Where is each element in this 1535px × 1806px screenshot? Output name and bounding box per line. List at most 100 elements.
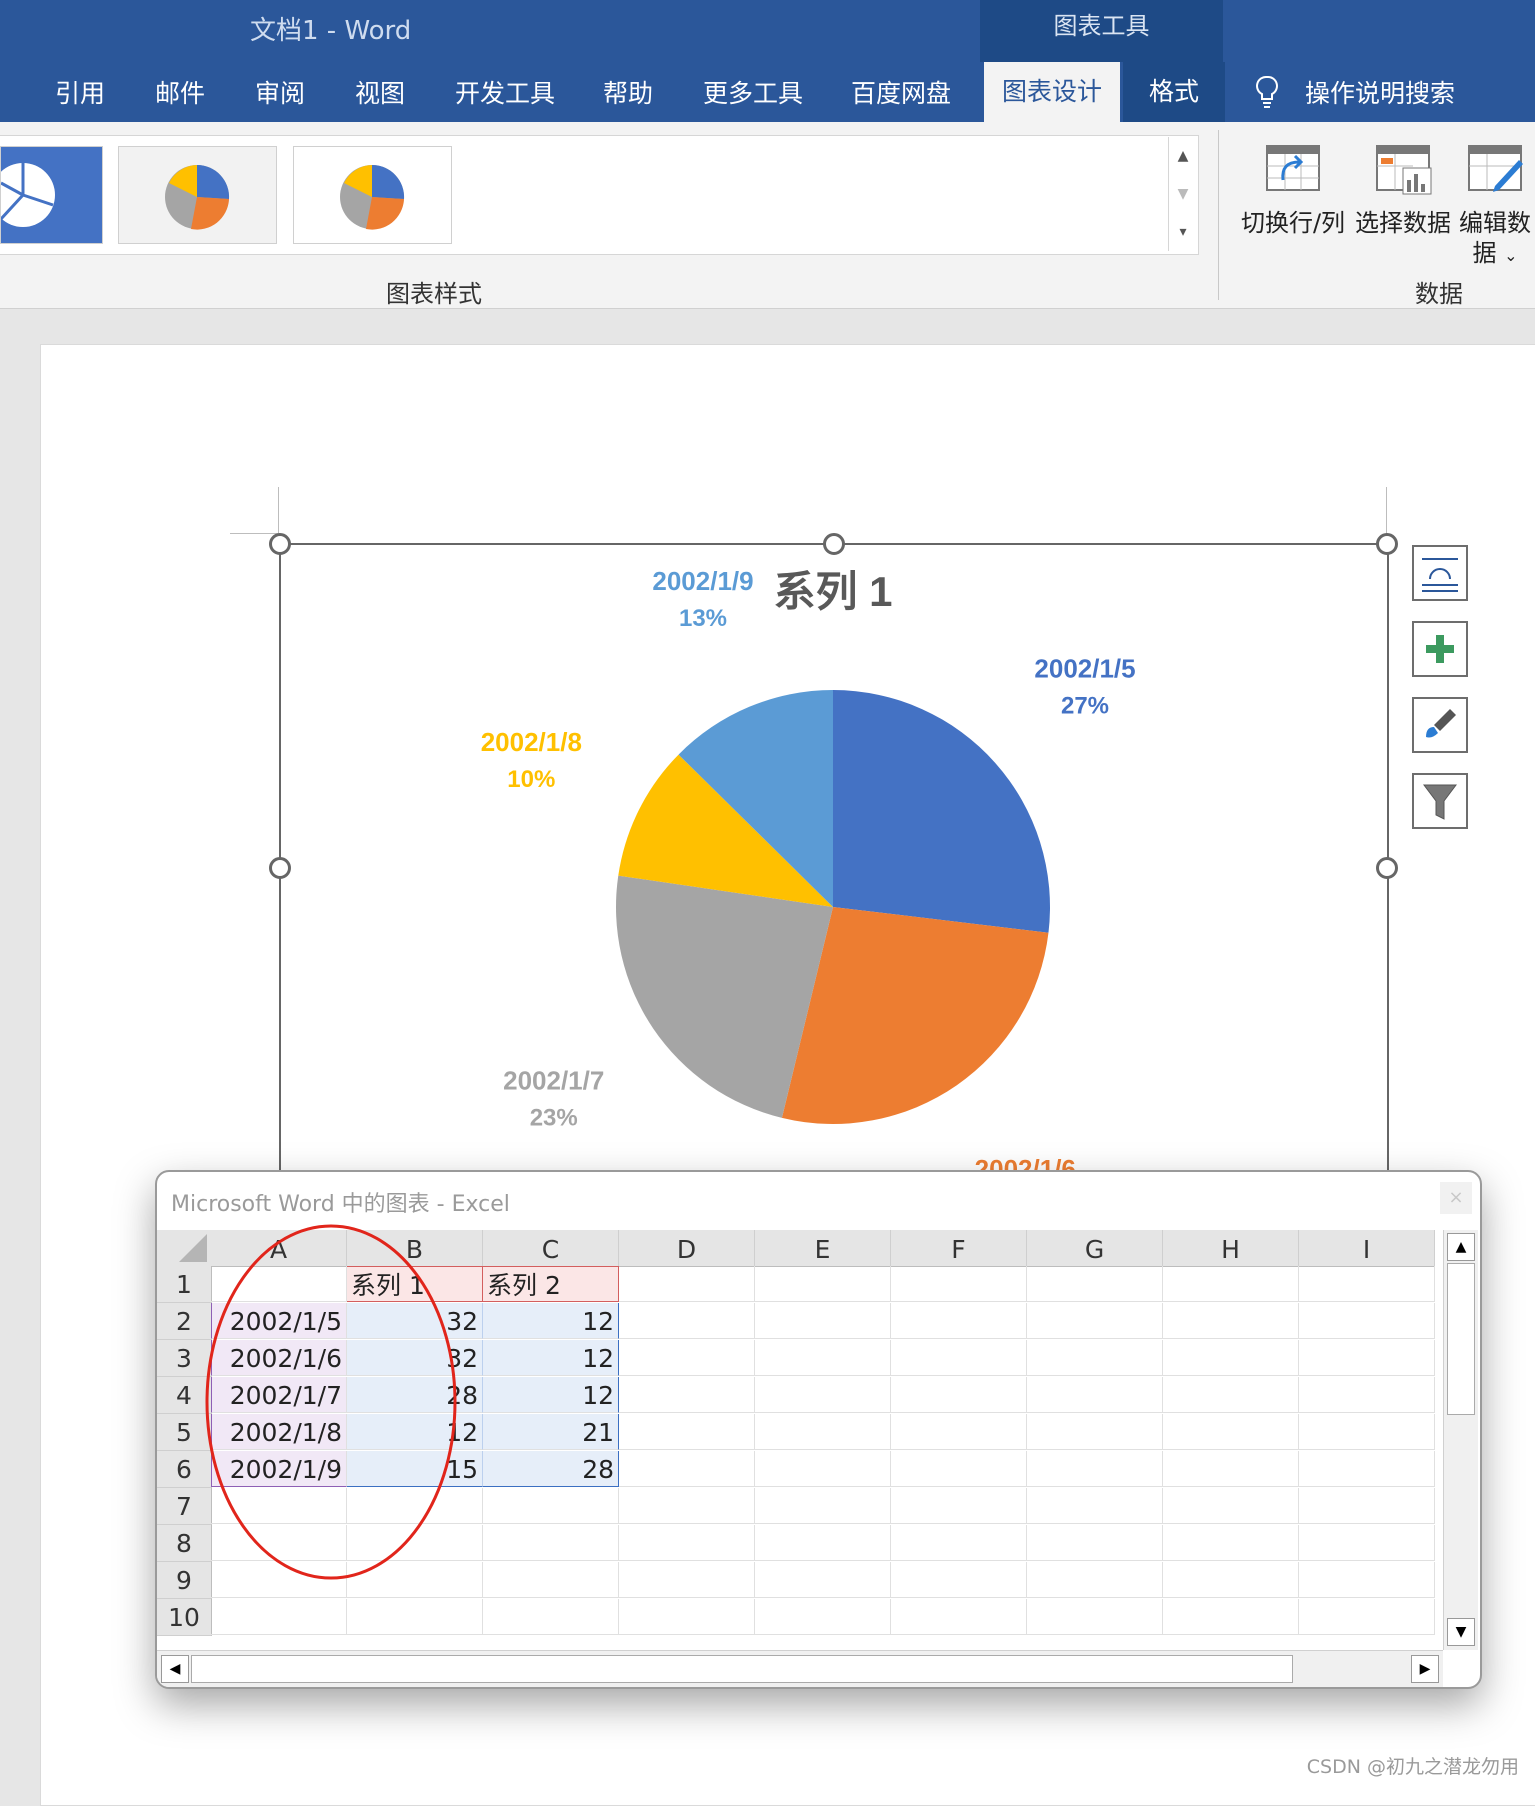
vertical-scroll-thumb[interactable] [1447, 1263, 1475, 1415]
scroll-down-icon[interactable]: ▼ [1447, 1618, 1475, 1646]
cell[interactable] [1299, 1414, 1435, 1450]
cell[interactable] [755, 1377, 891, 1413]
cell[interactable] [755, 1266, 891, 1302]
tell-me-search[interactable]: 操作说明搜索 [1305, 74, 1455, 110]
cell[interactable] [483, 1525, 619, 1561]
chart-style-thumb-2[interactable] [118, 146, 277, 244]
cell[interactable] [619, 1451, 755, 1487]
tab-help[interactable]: 帮助 [603, 74, 653, 110]
cell[interactable] [755, 1525, 891, 1561]
cell[interactable] [1299, 1451, 1435, 1487]
cell[interactable] [619, 1340, 755, 1376]
cell[interactable] [1299, 1599, 1435, 1635]
chart-style-thumb-3[interactable] [293, 146, 452, 244]
cell[interactable] [619, 1525, 755, 1561]
cell[interactable] [1163, 1377, 1299, 1413]
cell[interactable] [1027, 1377, 1163, 1413]
tab-references[interactable]: 引用 [55, 74, 105, 110]
cell[interactable] [619, 1562, 755, 1598]
cell[interactable] [755, 1340, 891, 1376]
cell[interactable] [1299, 1266, 1435, 1302]
cell[interactable] [483, 1488, 619, 1524]
cell[interactable] [619, 1488, 755, 1524]
select-data-button[interactable]: 选择数据 [1348, 140, 1458, 238]
cell[interactable]: 28 [483, 1451, 619, 1487]
cell[interactable] [1163, 1562, 1299, 1598]
tab-format[interactable]: 格式 [1123, 62, 1226, 122]
cell[interactable] [755, 1599, 891, 1635]
column-header[interactable]: C [483, 1230, 619, 1267]
tab-baidu-netdisk[interactable]: 百度网盘 [851, 74, 951, 110]
chart-title[interactable]: 系列 1 [773, 568, 892, 615]
cell[interactable] [891, 1488, 1027, 1524]
cell[interactable]: 12 [483, 1303, 619, 1339]
cell[interactable] [1299, 1303, 1435, 1339]
cell[interactable] [755, 1303, 891, 1339]
row-header[interactable]: 10 [157, 1599, 212, 1636]
column-header[interactable]: H [1163, 1230, 1299, 1267]
cell[interactable] [1027, 1303, 1163, 1339]
tab-review[interactable]: 审阅 [255, 74, 305, 110]
cell[interactable] [891, 1451, 1027, 1487]
cell[interactable] [1163, 1340, 1299, 1376]
gallery-scroll-down-icon[interactable]: ▼ [1168, 175, 1197, 213]
cell[interactable] [755, 1488, 891, 1524]
cell[interactable] [755, 1414, 891, 1450]
chart-style-thumb-1[interactable] [0, 146, 103, 244]
scroll-left-icon[interactable]: ◀ [161, 1655, 189, 1683]
cell[interactable] [891, 1340, 1027, 1376]
cell[interactable] [1163, 1303, 1299, 1339]
layout-options-button[interactable] [1412, 545, 1468, 601]
cell[interactable] [619, 1266, 755, 1302]
cell[interactable] [1299, 1562, 1435, 1598]
cell[interactable]: 21 [483, 1414, 619, 1450]
cell[interactable] [1163, 1599, 1299, 1635]
tab-mailings[interactable]: 邮件 [155, 74, 205, 110]
chart-filters-button[interactable] [1412, 773, 1468, 829]
cell[interactable] [1163, 1488, 1299, 1524]
cell[interactable] [1027, 1451, 1163, 1487]
cell[interactable] [1163, 1525, 1299, 1561]
scroll-up-icon[interactable]: ▲ [1447, 1233, 1475, 1261]
cell[interactable] [347, 1599, 483, 1635]
gallery-expand-icon[interactable]: ▾ [1168, 213, 1197, 251]
chart-styles-button[interactable] [1412, 697, 1468, 753]
cell[interactable] [1299, 1488, 1435, 1524]
cell[interactable]: 12 [483, 1340, 619, 1376]
cell[interactable] [1027, 1340, 1163, 1376]
column-header[interactable]: G [1027, 1230, 1163, 1267]
cell[interactable] [891, 1562, 1027, 1598]
cell[interactable] [1299, 1340, 1435, 1376]
vertical-scrollbar[interactable]: ▲ ▼ [1443, 1230, 1478, 1650]
tab-chart-design[interactable]: 图表设计 [984, 62, 1121, 122]
tab-more-tools[interactable]: 更多工具 [703, 74, 803, 110]
tab-view[interactable]: 视图 [355, 74, 405, 110]
edit-data-button[interactable]: 编辑数 据 ⌄ [1452, 140, 1535, 271]
cell[interactable]: 12 [483, 1377, 619, 1413]
cell[interactable] [891, 1599, 1027, 1635]
cell[interactable] [1299, 1377, 1435, 1413]
column-header[interactable]: I [1299, 1230, 1435, 1267]
cell[interactable] [891, 1525, 1027, 1561]
column-header[interactable]: F [891, 1230, 1027, 1267]
cell[interactable] [1163, 1451, 1299, 1487]
column-header[interactable]: E [755, 1230, 891, 1267]
tab-developer[interactable]: 开发工具 [455, 74, 555, 110]
cell[interactable] [755, 1451, 891, 1487]
switch-row-column-button[interactable]: 切换行/列 [1238, 140, 1348, 238]
cell[interactable] [1027, 1414, 1163, 1450]
column-header[interactable]: D [619, 1230, 755, 1267]
chart-elements-button[interactable] [1412, 621, 1468, 677]
cell[interactable] [619, 1377, 755, 1413]
cell[interactable] [619, 1303, 755, 1339]
horizontal-scroll-thumb[interactable] [191, 1655, 1293, 1683]
cell[interactable] [755, 1562, 891, 1598]
pie-slice[interactable] [833, 690, 1050, 933]
horizontal-scrollbar[interactable]: ◀ ▶ [157, 1650, 1443, 1687]
cell[interactable] [1163, 1266, 1299, 1302]
cell[interactable] [619, 1599, 755, 1635]
cell[interactable] [1027, 1525, 1163, 1561]
close-icon[interactable]: × [1440, 1182, 1472, 1214]
cell[interactable] [1027, 1599, 1163, 1635]
cell[interactable] [891, 1414, 1027, 1450]
